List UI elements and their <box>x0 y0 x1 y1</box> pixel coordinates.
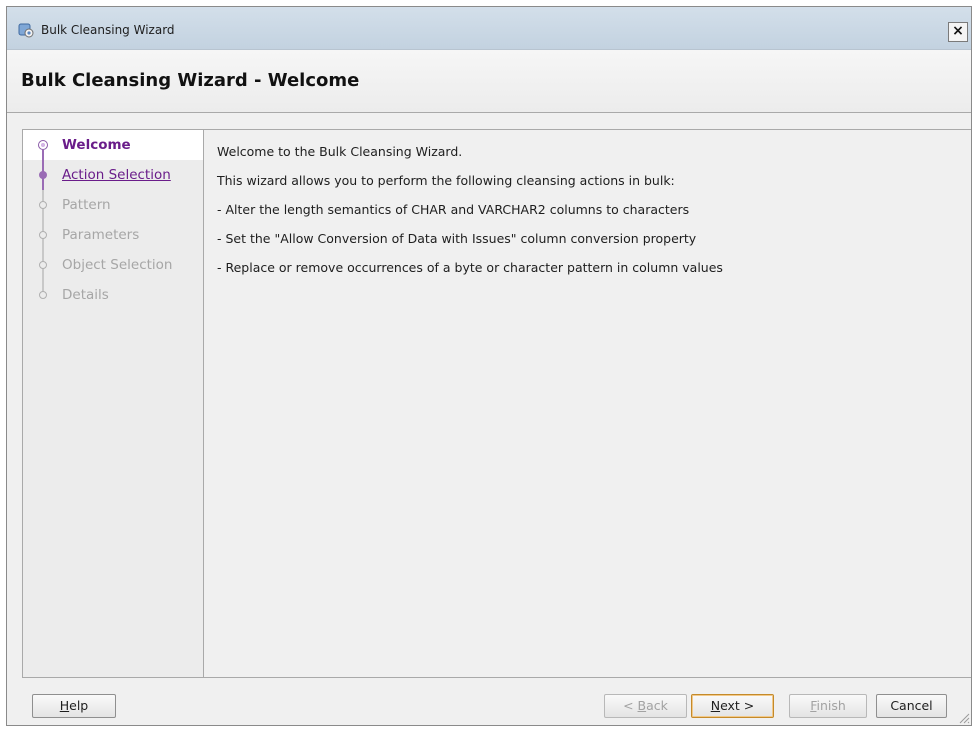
wizard-app-icon <box>18 23 34 38</box>
action-item: - Alter the length semantics of CHAR and… <box>217 202 690 217</box>
help-label: elp <box>69 698 89 713</box>
disabled-step-icon <box>39 231 47 239</box>
next-mnemonic: N <box>710 698 721 713</box>
wizard-steps-nav: Welcome Action Selection Pattern Paramet… <box>22 129 203 678</box>
current-step-icon <box>38 140 48 150</box>
step-label: Pattern <box>62 197 111 213</box>
disabled-step-icon <box>39 261 47 269</box>
step-details: Details <box>23 280 203 310</box>
step-action-selection[interactable]: Action Selection <box>23 160 203 190</box>
step-object-selection: Object Selection <box>23 250 203 280</box>
action-item: - Set the "Allow Conversion of Data with… <box>217 231 697 246</box>
step-parameters: Parameters <box>23 220 203 250</box>
back-prefix: < <box>623 698 638 713</box>
wizard-window: Bulk Cleansing Wizard × Bulk Cleansing W… <box>6 6 972 726</box>
cancel-button[interactable]: Cancel <box>876 694 947 718</box>
close-button[interactable]: × <box>948 22 968 42</box>
help-mnemonic: H <box>59 698 70 713</box>
disabled-step-icon <box>39 201 47 209</box>
intro-text: This wizard allows you to perform the fo… <box>217 173 675 188</box>
wizard-content-panel: Welcome to the Bulk Cleansing Wizard. Th… <box>203 129 971 678</box>
close-icon: × <box>952 23 964 39</box>
back-label: ack <box>646 698 668 713</box>
step-label: Parameters <box>62 227 140 243</box>
finish-button[interactable]: Finish <box>789 694 867 718</box>
wizard-header: Bulk Cleansing Wizard - Welcome <box>7 50 971 113</box>
step-label: Action Selection <box>62 167 171 183</box>
step-label: Object Selection <box>62 257 173 273</box>
title-bar[interactable]: Bulk Cleansing Wizard × <box>7 7 971 50</box>
step-label: Details <box>62 287 109 303</box>
step-label: Welcome <box>62 137 131 153</box>
disabled-step-icon <box>39 291 47 299</box>
page-title: Bulk Cleansing Wizard - Welcome <box>21 70 360 91</box>
step-connector <box>42 150 44 160</box>
step-pattern: Pattern <box>23 190 203 220</box>
window-title: Bulk Cleansing Wizard <box>41 23 175 37</box>
back-mnemonic: B <box>637 698 647 713</box>
welcome-text: Welcome to the Bulk Cleansing Wizard. <box>217 144 463 159</box>
next-label: ext > <box>720 698 755 713</box>
step-welcome[interactable]: Welcome <box>23 130 203 160</box>
help-button[interactable]: Help <box>32 694 116 718</box>
resize-grip-icon[interactable] <box>958 712 970 724</box>
finish-label: inish <box>816 698 846 713</box>
back-button[interactable]: < Back <box>604 694 687 718</box>
next-button[interactable]: Next > <box>691 694 774 718</box>
enabled-step-icon <box>39 171 47 179</box>
action-item: - Replace or remove occurrences of a byt… <box>217 260 723 275</box>
